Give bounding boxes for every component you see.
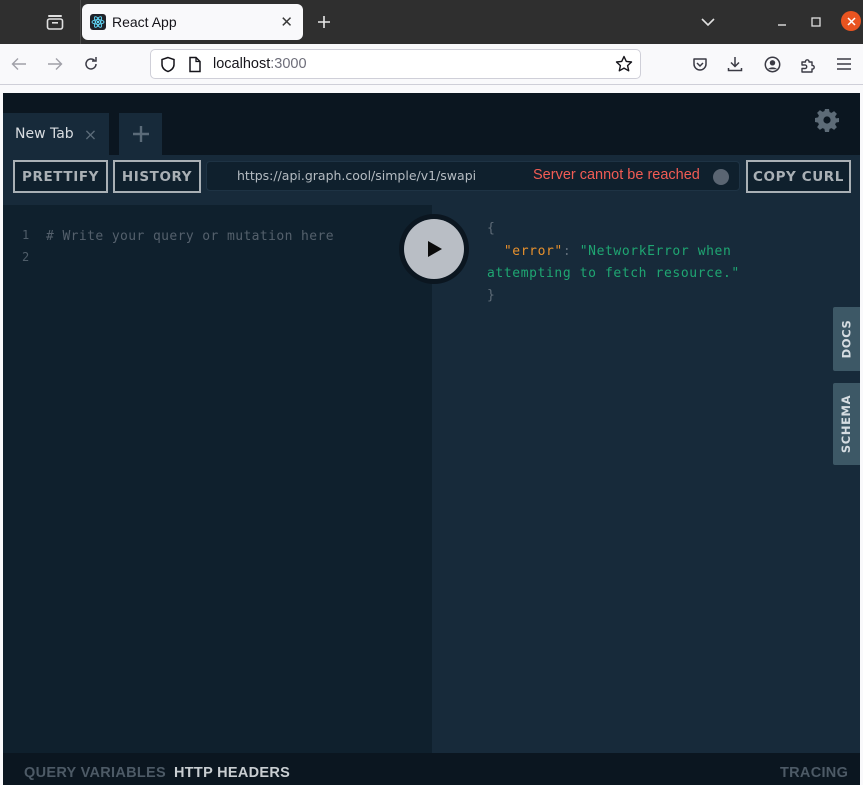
json-open-brace: { xyxy=(487,221,496,236)
endpoint-url[interactable]: https://api.graph.cool/simple/v1/swapi xyxy=(237,168,476,183)
titlebar-separator xyxy=(80,0,81,44)
json-value: "NetworkError when xyxy=(579,244,732,259)
history-button[interactable]: HISTORY xyxy=(113,160,201,193)
browser-tab-active[interactable]: React App ✕ xyxy=(82,4,303,40)
json-key: "error" xyxy=(503,244,563,259)
browser-titlebar: React App ✕ xyxy=(0,0,863,44)
tab-overview-icon[interactable] xyxy=(42,10,68,34)
graphql-playground: New Tab × PRETTIFY HISTORY https://api.g… xyxy=(3,93,860,785)
bookmark-star-icon[interactable] xyxy=(615,55,633,77)
account-icon[interactable] xyxy=(760,52,784,76)
reload-icon[interactable] xyxy=(79,52,103,76)
react-favicon xyxy=(90,14,106,30)
docs-label: DOCS xyxy=(839,319,854,359)
browser-tab-title: React App xyxy=(112,14,177,30)
query-variables-tab[interactable]: QUERY VARIABLES xyxy=(24,765,166,781)
list-all-tabs-icon[interactable] xyxy=(696,10,720,34)
url-text[interactable]: localhost:3000 xyxy=(213,56,307,72)
app-tab-new-tab[interactable]: New Tab × xyxy=(3,113,109,155)
code-line-comment[interactable]: # Write your query or mutation here xyxy=(46,229,334,244)
new-tab-icon[interactable] xyxy=(312,10,336,34)
menu-icon[interactable] xyxy=(832,52,856,76)
back-icon[interactable] xyxy=(7,52,31,76)
minimize-icon[interactable] xyxy=(772,10,792,34)
add-tab-button[interactable] xyxy=(119,113,162,155)
server-status-text: Server cannot be reached xyxy=(533,167,700,183)
prettify-button[interactable]: PRETTIFY xyxy=(13,160,108,193)
close-tab-icon[interactable]: × xyxy=(84,125,97,144)
result-panel: { "error": "NetworkError when attempting… xyxy=(432,205,860,753)
url-host: localhost xyxy=(213,56,271,72)
server-status-dot-icon xyxy=(713,169,729,185)
app-tab-bar: New Tab × xyxy=(3,93,860,155)
plus-icon xyxy=(132,126,149,142)
docs-side-tab[interactable]: DOCS xyxy=(833,307,860,371)
tracing-tab[interactable]: TRACING xyxy=(780,765,848,781)
json-colon: : xyxy=(562,244,580,259)
extensions-icon[interactable] xyxy=(796,52,820,76)
json-close-brace: } xyxy=(487,288,496,303)
forward-icon[interactable] xyxy=(43,52,67,76)
schema-side-tab[interactable]: SCHEMA xyxy=(833,383,860,465)
line-number: 1 xyxy=(22,228,30,242)
settings-gear-icon[interactable] xyxy=(815,108,841,134)
run-button-face xyxy=(404,219,464,279)
close-icon[interactable]: ✕ xyxy=(280,13,293,31)
url-bar[interactable]: localhost:3000 xyxy=(150,49,641,79)
window-close-icon[interactable] xyxy=(841,11,861,31)
url-port: :3000 xyxy=(270,56,307,72)
browser-navbar: localhost:3000 xyxy=(0,44,863,85)
app-toolbar: PRETTIFY HISTORY https://api.graph.cool/… xyxy=(3,155,860,205)
maximize-icon[interactable] xyxy=(806,10,826,34)
bottom-panel-bar: QUERY VARIABLES HTTP HEADERS TRACING xyxy=(3,753,860,785)
download-icon[interactable] xyxy=(723,52,747,76)
shield-icon[interactable] xyxy=(160,56,176,77)
endpoint-input[interactable]: https://api.graph.cool/simple/v1/swapi S… xyxy=(206,161,740,191)
json-value-continued: attempting to fetch resource." xyxy=(487,266,740,281)
line-number: 2 xyxy=(22,250,30,264)
copy-curl-button[interactable]: COPY CURL xyxy=(746,160,851,193)
page-icon[interactable] xyxy=(188,56,202,77)
app-tab-label: New Tab xyxy=(15,126,74,142)
execute-query-button[interactable] xyxy=(399,214,469,284)
pocket-icon[interactable] xyxy=(688,52,712,76)
play-icon xyxy=(428,241,442,257)
schema-label: SCHEMA xyxy=(839,394,854,454)
json-error-line: "error": "NetworkError when xyxy=(487,244,731,259)
query-editor[interactable]: 1 2 # Write your query or mutation here xyxy=(3,205,432,753)
http-headers-tab[interactable]: HTTP HEADERS xyxy=(174,765,290,781)
